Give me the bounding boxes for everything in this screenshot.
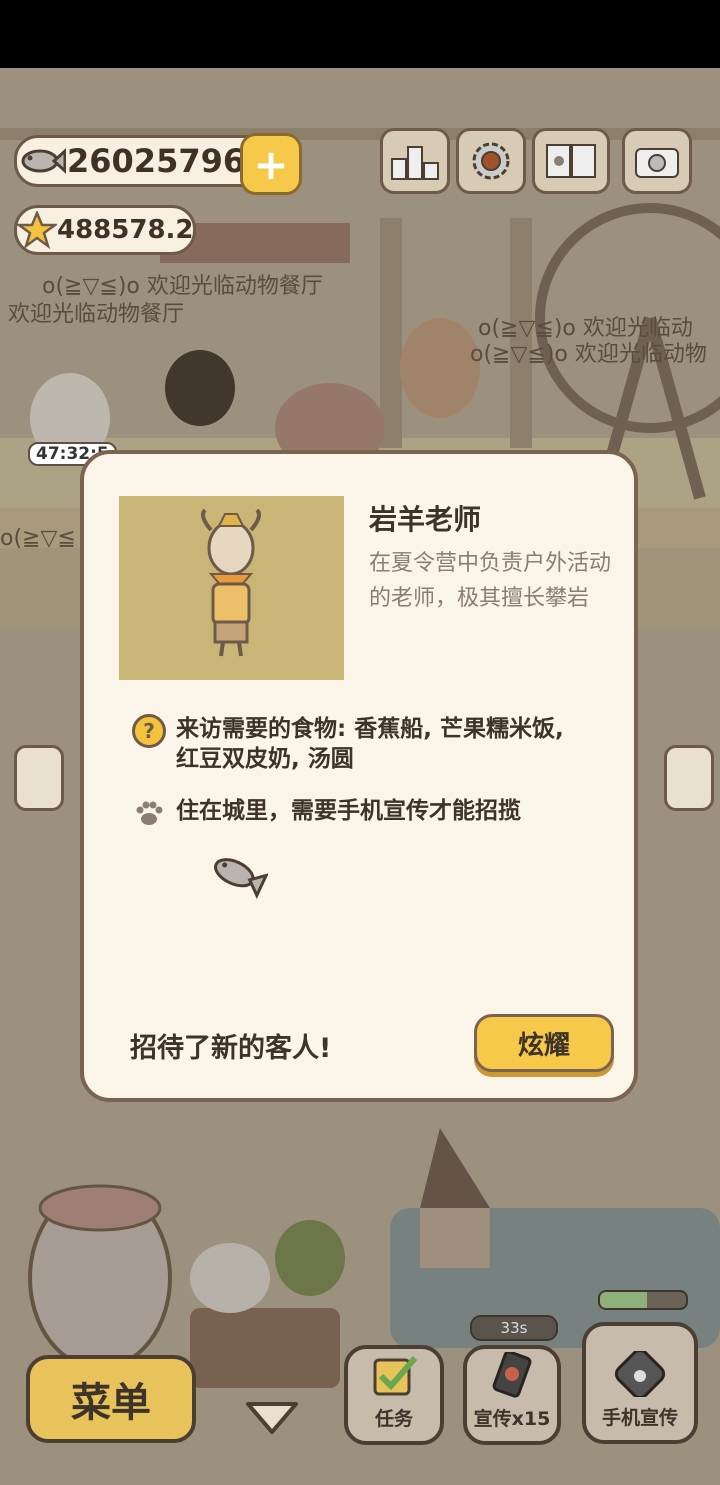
character-name: 岩羊老师 (369, 503, 482, 536)
add-fish-button[interactable]: + (240, 133, 302, 195)
task-label: 任务 (374, 1408, 413, 1430)
task-button[interactable]: 任务 (344, 1345, 444, 1445)
star-icon (17, 210, 57, 250)
phone-promo-button[interactable]: 手机宣传 (582, 1322, 698, 1444)
character-portrait (119, 496, 344, 680)
settings-gear-icon[interactable] (456, 128, 526, 194)
menu-button[interactable]: 菜单 (26, 1355, 196, 1443)
phone-promo-progress (598, 1290, 688, 1310)
promo-card-icon (492, 1352, 532, 1398)
left-arrow-icon[interactable] (14, 745, 64, 811)
condition-row: 住在城里，需要手机宣传才能招揽 (132, 796, 592, 830)
checkbox-icon (373, 1356, 418, 1396)
fish-count: 26025796 (67, 142, 246, 180)
question-icon: ? (132, 714, 166, 748)
promo-label: 宣传x15 (473, 1408, 551, 1430)
phone-paw-icon (615, 1351, 665, 1397)
footer-message: 招待了新的客人! (130, 1033, 332, 1064)
phone-promo-label: 手机宣传 (601, 1407, 678, 1429)
star-currency: 488578.2 (14, 205, 196, 255)
right-arrow-icon[interactable] (664, 745, 714, 811)
condition-text: 住在城里，需要手机宣传才能招揽 (176, 798, 521, 824)
star-count: 488578.2 (57, 215, 194, 245)
paw-icon (136, 801, 163, 825)
ranking-icon[interactable] (380, 128, 450, 194)
collection-book-icon[interactable] (532, 128, 610, 194)
guest-dialog: 岩羊老师 在夏令营中负责户外活动的老师，极其擅长攀岩 ? 来访需要的食物: 香蕉… (80, 450, 638, 1102)
promo-button[interactable]: 宣传x15 (463, 1345, 561, 1445)
status-bar (0, 0, 720, 68)
progress-fill (600, 1292, 648, 1308)
character-description: 在夏令营中负责户外活动的老师，极其擅长攀岩 (369, 551, 612, 611)
camera-icon[interactable] (622, 128, 692, 194)
show-off-button[interactable]: 炫耀 (474, 1014, 614, 1072)
chevron-down-icon[interactable] (244, 1400, 300, 1436)
food-requirement-row: ? 来访需要的食物: 香蕉船, 芒果糯米饭, 红豆双皮奶, 汤圆 (132, 714, 592, 774)
fish-icon (17, 141, 67, 181)
food-requirement-text: 来访需要的食物: 香蕉船, 芒果糯米饭, 红豆双皮奶, 汤圆 (176, 716, 564, 772)
promo-timer: 33s (470, 1315, 558, 1341)
fish-reward-icon (206, 847, 269, 901)
